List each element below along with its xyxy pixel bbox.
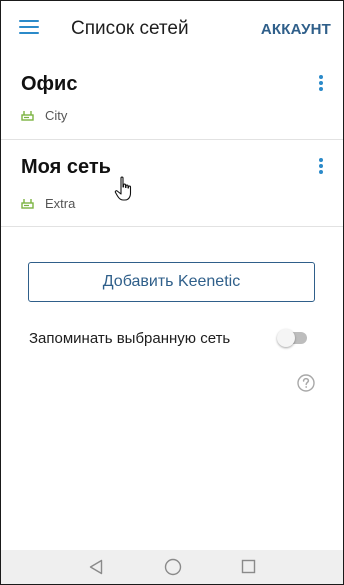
account-button[interactable]: АККАУНТ (261, 21, 331, 38)
more-options-icon[interactable] (317, 158, 325, 178)
help-icon[interactable] (297, 374, 315, 392)
network-name: Офис (21, 73, 78, 95)
more-options-icon[interactable] (317, 75, 325, 95)
router-icon (21, 199, 34, 209)
network-status: Extra (45, 196, 76, 211)
network-item-office[interactable]: Офис City (1, 57, 343, 140)
remember-network-toggle[interactable] (277, 328, 307, 348)
page-title: Список сетей (71, 18, 189, 39)
back-icon[interactable] (89, 559, 103, 575)
hamburger-menu-icon[interactable] (19, 19, 39, 35)
home-icon[interactable] (164, 558, 182, 576)
add-keenetic-button[interactable]: Добавить Keenetic (28, 262, 315, 302)
network-status: City (45, 108, 68, 123)
remember-network-label: Запоминать выбранную сеть (29, 330, 231, 347)
system-navigation-bar (1, 550, 343, 584)
app-header: Список сетей АККАУНТ (1, 1, 343, 57)
network-name: Моя сеть (21, 156, 111, 178)
hand-pointer-cursor-icon (114, 176, 132, 201)
recent-apps-icon[interactable] (241, 559, 256, 574)
router-icon (21, 111, 34, 121)
network-item-my-network[interactable]: Моя сеть Extra (1, 140, 343, 227)
app-screen: Список сетей АККАУНТ Офис City Моя сеть … (0, 0, 344, 585)
